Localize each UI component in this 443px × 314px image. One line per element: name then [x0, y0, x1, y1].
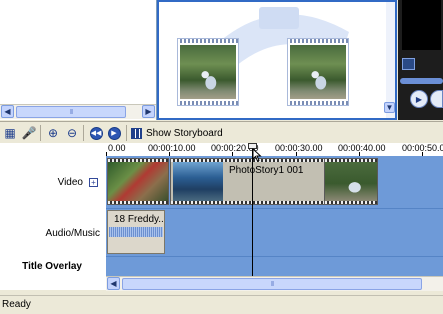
storyboard-toggle-icon: [131, 127, 142, 139]
playhead-line[interactable]: [252, 143, 253, 276]
expand-video-track-button[interactable]: +: [89, 178, 98, 187]
storyboard-icon[interactable]: ▦: [2, 125, 18, 141]
video-track: PhotoStory1 001: [106, 156, 443, 209]
title-overlay-track-label: Title Overlay: [22, 261, 82, 272]
scroll-left-button[interactable]: ◀: [1, 105, 14, 118]
play-timeline-button[interactable]: ▶: [106, 125, 122, 141]
video-clip[interactable]: PhotoStory1 001: [170, 158, 326, 205]
video-clip[interactable]: [107, 158, 169, 205]
rewind-icon: ◀◀: [89, 126, 103, 140]
collection-pane: ▼: [157, 0, 397, 120]
audio-clip-title: 18 Freddy...: [114, 214, 165, 225]
video-clip-title: PhotoStory1 001: [229, 165, 304, 176]
status-text: Ready: [2, 299, 31, 310]
video-track-label: Video: [57, 177, 83, 188]
audio-track: 18 Freddy...: [106, 208, 443, 257]
show-storyboard-button[interactable]: Show Storyboard: [131, 125, 223, 141]
ruler-header-spacer: [0, 143, 106, 156]
fullscreen-icon[interactable]: [402, 58, 415, 70]
zoom-out-icon[interactable]: ⊖: [64, 125, 80, 141]
chevron-down-icon: ▼: [385, 102, 394, 112]
timeline-tracks: PhotoStory1 001 18 Freddy...: [106, 156, 443, 276]
status-bar: Ready: [0, 295, 443, 314]
scroll-down-button[interactable]: ▼: [384, 102, 395, 113]
audio-waveform: [109, 227, 163, 237]
audio-track-label: Audio/Music: [45, 228, 100, 239]
title-overlay-track: [106, 256, 443, 276]
play-icon: ▶: [415, 94, 423, 104]
ruler-tick-label: 0.00: [108, 143, 126, 153]
video-clip[interactable]: [324, 158, 378, 205]
timeline-toolbar: ▦ 🎤 ⊕ ⊖ ◀◀ ▶ Show Storyboard: [0, 121, 443, 144]
scroll-right-button[interactable]: ▶: [142, 105, 155, 118]
toolbar-divider: [126, 125, 127, 141]
monitor-play-button[interactable]: ▶: [410, 90, 428, 108]
timeline-scroll-left-button[interactable]: ◀: [107, 277, 120, 290]
audio-clip[interactable]: 18 Freddy...: [107, 210, 165, 254]
microphone-icon[interactable]: 🎤: [21, 125, 37, 141]
play-icon: ▶: [107, 126, 121, 140]
scrollbar-thumb[interactable]: III: [16, 106, 126, 118]
video-track-header: Video +: [58, 177, 98, 188]
ruler-tick-label: 00:00:10.00: [148, 143, 196, 153]
timeline-ruler[interactable]: 0.00 00:00:10.00 00:00:20.00 00:00:30.00…: [106, 143, 443, 157]
collection-clip-thumbnail[interactable]: [177, 38, 239, 106]
collection-vertical-scrollbar[interactable]: ▼: [384, 2, 395, 118]
chevron-left-icon: ◀: [4, 106, 11, 116]
rewind-button[interactable]: ◀◀: [88, 125, 104, 141]
chevron-right-icon: ▶: [145, 106, 152, 116]
monitor-stop-button[interactable]: [430, 90, 443, 108]
tasks-pane: ◀ III ▶: [0, 0, 157, 120]
ruler-tick-label: 00:00:40.00: [338, 143, 386, 153]
monitor-seek-bar[interactable]: [400, 78, 443, 84]
timeline-scrollbar-thumb[interactable]: III: [122, 278, 422, 290]
toolbar-divider: [83, 125, 84, 141]
monitor-screen: [402, 0, 441, 50]
chevron-left-icon: ◀: [110, 278, 117, 288]
tasks-horizontal-scrollbar[interactable]: ◀ III ▶: [0, 104, 156, 119]
show-storyboard-label: Show Storyboard: [146, 127, 223, 139]
monitor-pane: ▶: [398, 0, 443, 120]
track-headers: Video + Audio/Music Title Overlay: [0, 143, 106, 290]
collection-clip-thumbnail[interactable]: [287, 38, 349, 106]
mouse-cursor-icon: [252, 148, 262, 162]
toolbar-divider: [40, 125, 41, 141]
ruler-tick-label: 00:00:30.00: [275, 143, 323, 153]
timeline-horizontal-scrollbar[interactable]: ◀ III: [106, 276, 443, 291]
zoom-in-icon[interactable]: ⊕: [45, 125, 61, 141]
